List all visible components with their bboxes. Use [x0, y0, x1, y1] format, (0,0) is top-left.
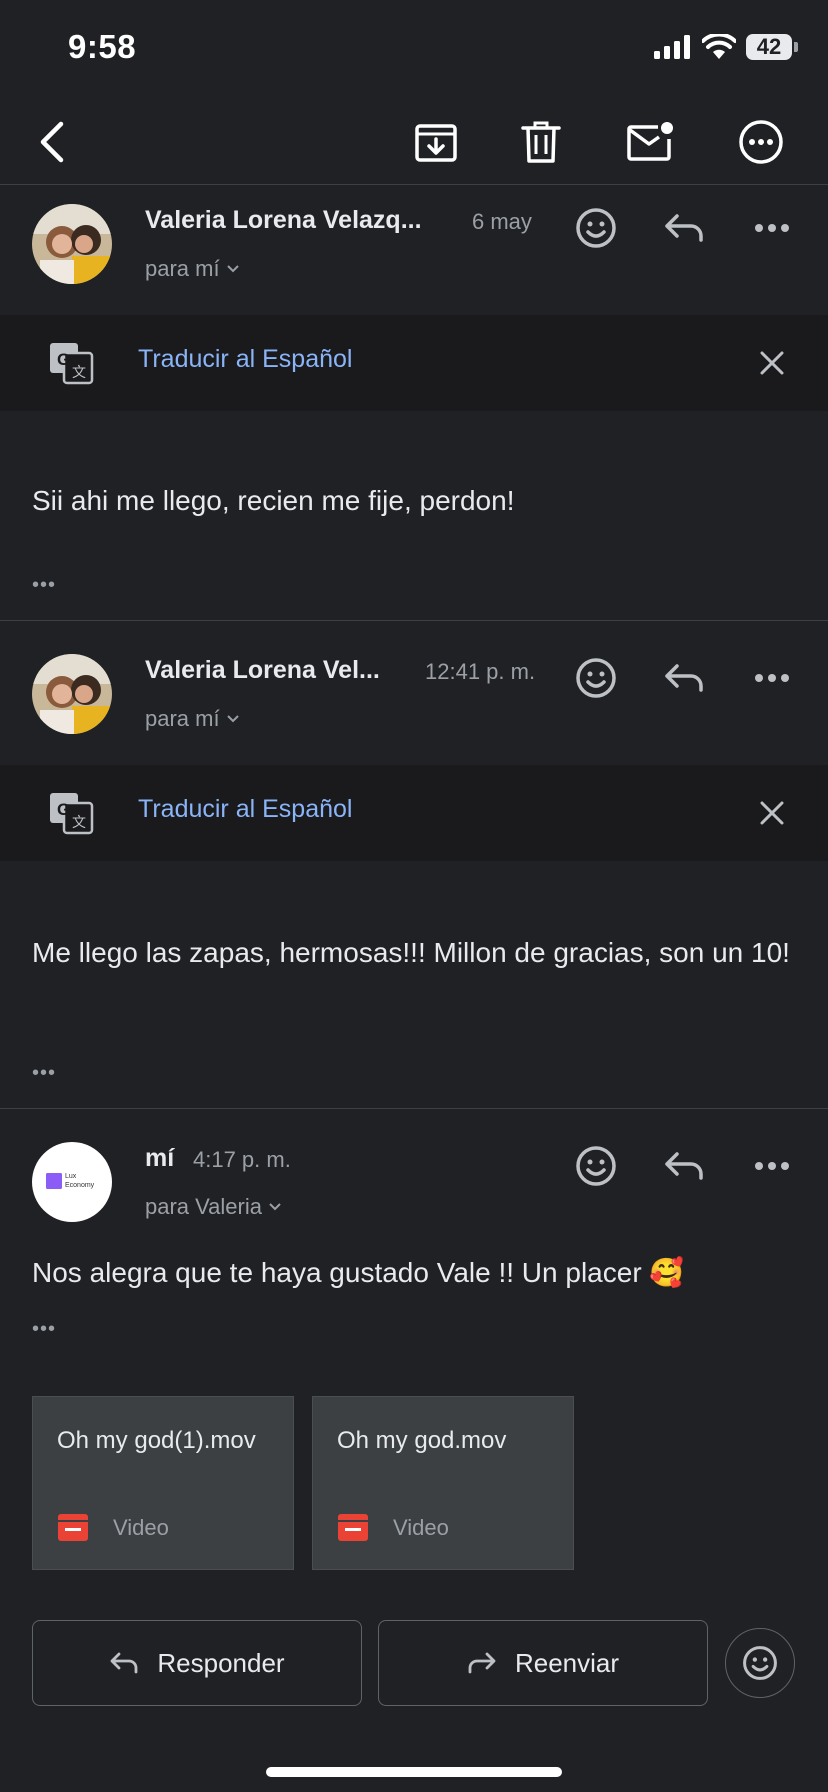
- avatar-photo-icon: [32, 204, 112, 284]
- video-file-icon: [58, 1514, 88, 1541]
- message-date: 4:17 p. m.: [193, 1147, 291, 1172]
- react-emoji-button[interactable]: [570, 652, 622, 704]
- svg-text:文: 文: [72, 364, 86, 380]
- reply-icon: [665, 664, 703, 692]
- show-trimmed-content-button[interactable]: •••: [32, 1318, 56, 1341]
- message-body: Nos alegra que te haya gustado Vale !! U…: [32, 1257, 685, 1288]
- reply-button[interactable]: [658, 1140, 710, 1192]
- attachment-name: Oh my god(1).mov: [57, 1427, 256, 1454]
- recipient-toggle[interactable]: para Valeria: [145, 1194, 282, 1220]
- sender-name: Valeria Lorena Vel...: [145, 656, 380, 684]
- google-translate-icon: G 文: [50, 793, 94, 835]
- reply-icon: [110, 1652, 138, 1674]
- back-icon: [40, 121, 64, 163]
- message-more-button[interactable]: [746, 202, 798, 254]
- google-translate-icon: G 文: [50, 343, 94, 385]
- recipient-label: para mí: [145, 256, 220, 281]
- more-horizontal-icon: [755, 224, 789, 232]
- attachment-type: Video: [113, 1515, 169, 1540]
- status-time: 9:58: [68, 28, 137, 65]
- reply-button[interactable]: [658, 652, 710, 704]
- more-options-button[interactable]: [731, 112, 791, 172]
- translate-bar: G 文 Traducir al Español: [0, 315, 828, 411]
- attachment-card[interactable]: Oh my god.mov Video: [312, 1396, 574, 1570]
- archive-icon: [415, 124, 457, 162]
- message-date: 12:41 p. m.: [425, 659, 536, 684]
- forward-action-button[interactable]: Reenviar: [378, 1620, 708, 1706]
- message-more-button[interactable]: [746, 1140, 798, 1192]
- svg-text:G: G: [57, 350, 70, 369]
- message-body: Me llego las zapas, hermosas!!! Millon d…: [32, 937, 790, 968]
- mark-unread-icon: [627, 122, 673, 161]
- signal-icon: [654, 35, 690, 59]
- toolbar: [0, 100, 828, 184]
- recipient-label: para mí: [145, 706, 220, 731]
- home-indicator: [266, 1767, 562, 1777]
- battery-indicator: 42: [746, 34, 798, 60]
- sender-avatar[interactable]: Lux Economy: [32, 1142, 112, 1222]
- more-options-icon: [739, 120, 783, 164]
- svg-text:文: 文: [72, 814, 86, 830]
- chevron-down-icon: [226, 265, 239, 273]
- video-file-icon: [338, 1514, 368, 1541]
- sender-avatar[interactable]: [32, 654, 112, 734]
- more-horizontal-icon: [755, 1162, 789, 1170]
- recipient-toggle[interactable]: para mí: [145, 256, 240, 282]
- back-button[interactable]: [22, 112, 82, 172]
- react-emoji-button[interactable]: [570, 202, 622, 254]
- reply-icon: [665, 214, 703, 242]
- sender-name: Valeria Lorena Velazq...: [145, 206, 422, 234]
- forward-action-label: Reenviar: [514, 1647, 620, 1678]
- avatar-brand-text: Lux Economy: [65, 1173, 95, 1189]
- react-emoji-button[interactable]: [570, 1140, 622, 1192]
- emoji-icon: [743, 1646, 777, 1680]
- emoji-icon: [576, 208, 616, 248]
- sender-name: mí: [145, 1144, 175, 1172]
- message-date: 6 may: [472, 209, 532, 234]
- reply-button[interactable]: [658, 202, 710, 254]
- wifi-icon: [702, 34, 736, 59]
- close-icon: [760, 351, 784, 375]
- message-more-button[interactable]: [746, 652, 798, 704]
- translate-close-button[interactable]: [746, 337, 798, 389]
- emoji-icon: [576, 1146, 616, 1186]
- show-trimmed-content-button[interactable]: •••: [32, 574, 56, 597]
- mark-unread-button[interactable]: [620, 112, 680, 172]
- close-icon: [760, 801, 784, 825]
- sender-avatar[interactable]: [32, 204, 112, 284]
- delete-button[interactable]: [511, 112, 571, 172]
- chevron-down-icon: [226, 715, 239, 723]
- translate-bar: G 文 Traducir al Español: [0, 765, 828, 861]
- reply-icon: [665, 1152, 703, 1180]
- translate-close-button[interactable]: [746, 787, 798, 839]
- attachment-name: Oh my god.mov: [337, 1427, 507, 1454]
- status-indicators: 42: [654, 34, 798, 60]
- archive-button[interactable]: [406, 112, 466, 172]
- reply-action-button[interactable]: Responder: [32, 1620, 362, 1706]
- divider: [0, 620, 828, 621]
- divider: [0, 1108, 828, 1109]
- svg-text:G: G: [57, 800, 70, 819]
- attachment-type: Video: [393, 1515, 449, 1540]
- more-horizontal-icon: [755, 674, 789, 682]
- recipient-label: para Valeria: [145, 1194, 262, 1219]
- translate-link[interactable]: Traducir al Español: [138, 345, 352, 374]
- attachment-card[interactable]: Oh my god(1).mov Video: [32, 1396, 294, 1570]
- reply-action-label: Responder: [157, 1647, 285, 1678]
- divider: [0, 184, 828, 185]
- translate-link[interactable]: Traducir al Español: [138, 795, 352, 824]
- recipient-toggle[interactable]: para mí: [145, 706, 240, 732]
- delete-icon: [521, 121, 561, 163]
- avatar-photo-icon: [32, 654, 112, 734]
- message-body: Sii ahi me llego, recien me fije, perdon…: [32, 485, 515, 516]
- show-trimmed-content-button[interactable]: •••: [32, 1062, 56, 1085]
- emoji-icon: [576, 658, 616, 698]
- chevron-down-icon: [269, 1203, 281, 1211]
- forward-icon: [468, 1652, 496, 1674]
- react-emoji-action-button[interactable]: [725, 1628, 795, 1698]
